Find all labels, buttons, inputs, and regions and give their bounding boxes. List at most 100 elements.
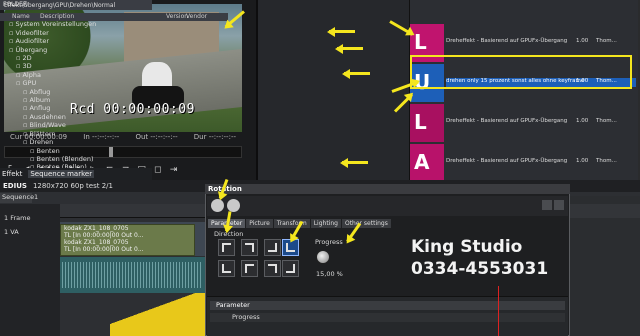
direction-button-7[interactable]	[264, 260, 281, 277]
tree-item-label: Abflug	[29, 87, 51, 96]
progress-knob[interactable]	[316, 250, 330, 264]
effect-vendor: Thom...	[596, 118, 617, 124]
dialog-toolbar	[207, 196, 568, 216]
direction-button-3[interactable]	[264, 239, 281, 256]
tab-sequence1[interactable]: Sequence1	[0, 193, 38, 203]
effect-path: Effekt\Übergang\GPU\Drehen\Normal	[4, 2, 116, 9]
tree-item[interactable]: ▫ Alpha	[2, 71, 150, 79]
tree-item[interactable]: ▫ Übergang	[2, 46, 150, 54]
clip-name-2: kodak ZX1_108_0705	[64, 239, 129, 246]
col-name[interactable]: Name	[12, 13, 30, 20]
minimize-icon[interactable]	[542, 200, 552, 210]
direction-button-8[interactable]	[282, 260, 299, 277]
tree-item[interactable]: ▫ Album	[2, 96, 150, 104]
tab-effekt[interactable]: Effekt	[2, 170, 22, 178]
keyframe-cursor	[498, 286, 499, 336]
col-version[interactable]: Version	[166, 13, 188, 20]
clip-info-2: TL [In 00:00:00|00 Out 0...	[64, 246, 144, 253]
frame-select[interactable]: 1 Frame	[4, 214, 30, 222]
screen: Rcd 00:00:00:09 Cur 00:00:00:09 In --:--…	[0, 0, 640, 336]
parameter-row[interactable]: Parameter	[210, 301, 565, 310]
tree-item[interactable]: ▫ Blättern	[2, 130, 150, 138]
effect-list: L Dreheffekt - Basierend auf GPUFx-Überga…	[410, 22, 638, 182]
tree-item-label: Übergang	[15, 45, 48, 54]
dialog-title: Rotation	[205, 184, 570, 194]
tree-item[interactable]: ▫ Abflug	[2, 88, 150, 96]
tree-item-label: GPU	[22, 79, 37, 88]
highlight-box	[410, 55, 632, 89]
transition-clip[interactable]	[110, 293, 205, 336]
effect-vendor: Thom...	[596, 158, 617, 164]
rotate-cw-icon	[245, 243, 254, 252]
tab-other-settings[interactable]: Other settings	[341, 219, 391, 228]
tree-item[interactable]: ▫ 2D	[2, 54, 150, 62]
tree-item-label: Blättern	[29, 129, 56, 138]
effect-vendor: Thom...	[596, 38, 617, 44]
tree-item[interactable]: ▫ Drehen	[2, 138, 150, 146]
effect-row[interactable]: Dreheffekt - Basierend auf GPUFx-Übergan…	[446, 158, 636, 167]
clip-label: kodak ZX1_108_0705 TL [In 00:00:00|00 Ou…	[64, 225, 144, 253]
tree-item-label: Album	[29, 96, 51, 105]
tree-item-label: System Voreinstellungen	[15, 20, 97, 29]
tree-item[interactable]: ▫ Blind/Wave	[2, 121, 150, 129]
col-vendor[interactable]: Vendor	[186, 13, 207, 20]
tab-sequence-marker[interactable]: Sequence marker	[28, 170, 95, 178]
watermark: King Studio 0334-4553031	[411, 236, 548, 280]
export-button[interactable]: ⇥	[168, 165, 180, 175]
tree-item-label: Drehen	[29, 138, 54, 147]
arrow-annotation-2	[337, 47, 363, 50]
effect-thumbnail[interactable]: A	[410, 144, 444, 182]
direction-button-5[interactable]	[218, 260, 235, 277]
thumbnail-glyph: A	[414, 150, 430, 174]
tab-picture[interactable]: Picture	[246, 219, 273, 228]
tree-item-label: Audiofilter	[15, 37, 50, 46]
clip-name: kodak ZX1_108_0705	[64, 225, 129, 232]
direction-button-1[interactable]	[218, 239, 235, 256]
clip-info: TL [In 00:00:00|00 Out 0...	[64, 232, 144, 239]
project-format: 1280x720 60p test 2/1	[32, 182, 113, 190]
effect-row[interactable]: Dreheffekt - Basierend auf GPUFx-Übergan…	[446, 38, 636, 47]
track-headers: 1 Frame 1 VA	[0, 204, 60, 336]
right-timeline-ruler[interactable]	[570, 204, 640, 218]
tree-item-label: Benten (Blenden)	[36, 154, 94, 163]
tree-item[interactable]: ▫ GPU	[2, 79, 150, 87]
tree-item[interactable]: ▫ Anflug	[2, 104, 150, 112]
tree-item-label: Benten	[36, 146, 60, 155]
timeline-ruler[interactable]	[60, 204, 205, 218]
tab-lighting[interactable]: Lighting	[310, 219, 341, 228]
overwrite-button[interactable]: ◻	[152, 165, 164, 175]
rotate-right-icon	[268, 264, 277, 273]
tree-item[interactable]: ▫ Videofilter	[2, 29, 150, 37]
direction-button-2[interactable]	[241, 239, 258, 256]
tree-item-label: Alpha	[22, 70, 41, 79]
effect-description: Dreheffekt - Basierend auf GPUFx-Übergan…	[446, 158, 568, 164]
tree-item[interactable]: ▫ System Voreinstellungen	[2, 20, 150, 28]
rotate-up-icon	[245, 264, 254, 273]
dialog-tabs: Parameter Picture Transform Lighting Oth…	[208, 219, 408, 228]
tree-item[interactable]: ▫ Ausdehnen	[2, 113, 150, 121]
progress-row[interactable]: Progress	[210, 313, 565, 322]
tree-item[interactable]: ▫ 3D	[2, 62, 150, 70]
effect-version: 1.00	[576, 118, 589, 124]
tree-item-label: Ausdehnen	[29, 112, 66, 121]
direction-button-6[interactable]	[241, 260, 258, 277]
track-label-va[interactable]: 1 VA	[4, 228, 19, 236]
rotate-left-icon	[222, 264, 231, 273]
tree-item[interactable]: ▫ Benten (Blenden)	[2, 155, 150, 163]
preview-icon[interactable]	[227, 199, 240, 212]
col-description[interactable]: Description	[40, 13, 74, 20]
tree-item-label: 3D	[22, 62, 32, 71]
rotate-down-icon	[268, 243, 277, 252]
effect-description: Dreheffekt - Basierend auf GPUFx-Übergan…	[446, 38, 568, 44]
dur-timecode: Dur --:--:--:--	[193, 133, 236, 141]
tree-item[interactable]: ▫ Benten	[2, 147, 150, 155]
progress-label: Progress	[315, 238, 343, 246]
effect-thumbnail[interactable]: L	[410, 104, 444, 142]
progress-value[interactable]: 15,00 %	[316, 270, 343, 278]
arrow-annotation-4	[342, 161, 368, 164]
close-icon[interactable]	[554, 200, 564, 210]
tree-item[interactable]: ▫ Audiofilter	[2, 37, 150, 45]
effect-description: Dreheffekt - Basierend auf GPUFx-Übergan…	[446, 118, 568, 124]
effect-row[interactable]: Dreheffekt - Basierend auf GPUFx-Übergan…	[446, 118, 636, 127]
tab-transform[interactable]: Transform	[273, 219, 310, 228]
